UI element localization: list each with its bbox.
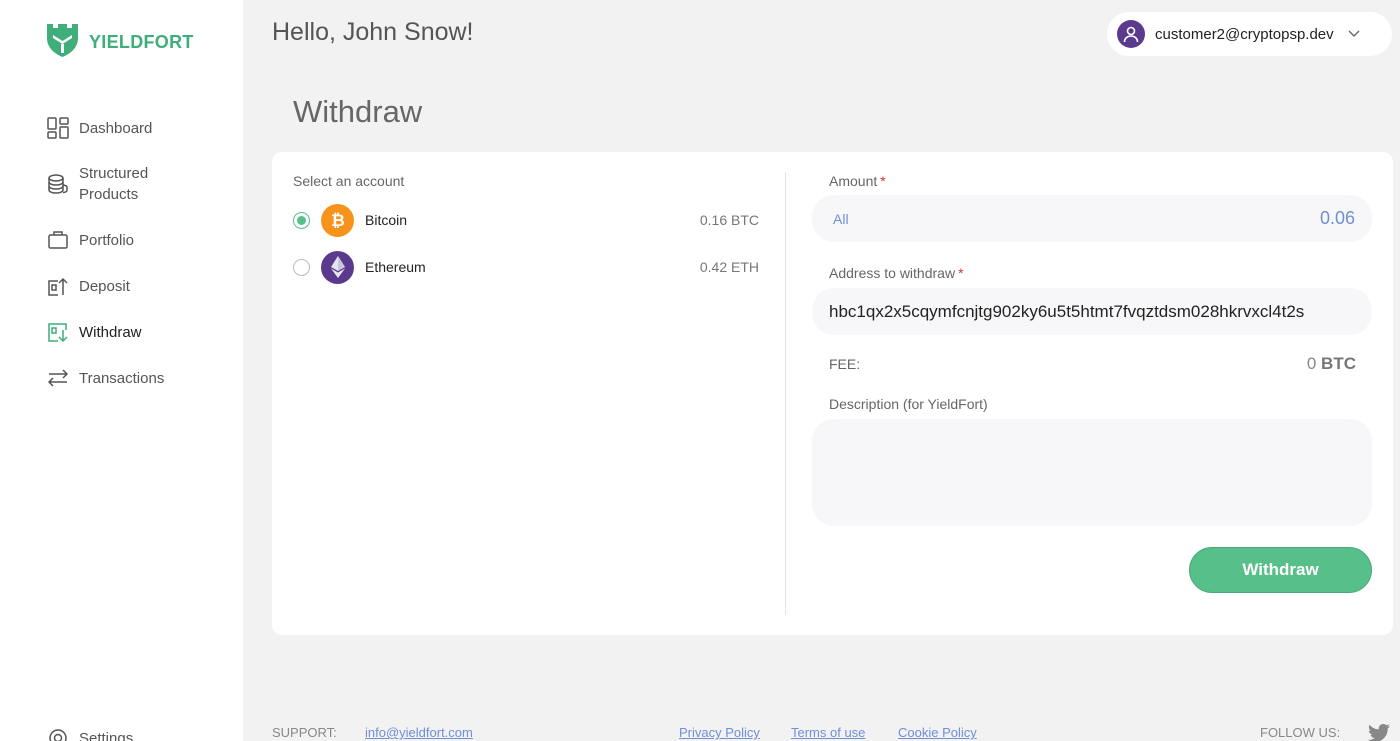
address-input-value[interactable]: hbc1qx2x5cqymfcnjtg902ky6u5t5htmt7fvqztd… xyxy=(812,302,1304,322)
amount-label-text: Amount xyxy=(829,173,878,189)
withdraw-card: Select an account ₿ Bitcoin 0.16 BTC Eth… xyxy=(272,152,1393,635)
fee-label: FEE: xyxy=(829,356,861,372)
sidebar-item-label: Deposit xyxy=(79,277,130,295)
sidebar-item-label: Structured Products xyxy=(79,163,148,205)
sidebar-item-deposit[interactable]: Deposit xyxy=(47,275,130,297)
avatar xyxy=(1117,20,1145,48)
privacy-policy-link[interactable]: Privacy Policy xyxy=(679,725,760,740)
ethereum-icon xyxy=(321,250,354,284)
follow-us-label: FOLLOW US: xyxy=(1260,725,1341,740)
sidebar-item-dashboard[interactable]: Dashboard xyxy=(47,117,152,139)
account-balance: 0.16 BTC xyxy=(699,212,759,228)
user-menu[interactable]: customer2@cryptopsp.dev xyxy=(1107,12,1392,56)
user-icon xyxy=(1123,26,1139,43)
sidebar-item-label-line1: Structured xyxy=(79,165,149,182)
deposit-icon xyxy=(47,275,69,297)
gear-icon xyxy=(47,727,69,741)
fee-row: FEE: 0 BTC xyxy=(829,354,1356,374)
withdraw-button[interactable]: Withdraw xyxy=(1189,547,1372,593)
cookie-policy-link[interactable]: Cookie Policy xyxy=(898,725,977,740)
transfer-arrows-icon xyxy=(47,367,69,389)
sidebar-item-structured-products[interactable]: Structured Products xyxy=(47,163,148,205)
sidebar-item-label: Withdraw xyxy=(79,323,142,341)
support-label: SUPPORT: xyxy=(272,725,337,740)
address-label: Address to withdraw * xyxy=(829,265,964,281)
dashboard-icon xyxy=(47,117,69,139)
brand-name: YIELDFORT xyxy=(89,32,194,52)
account-balance: 0.42 ETH xyxy=(699,259,759,275)
stack-icon xyxy=(47,173,69,195)
account-option-ethereum[interactable]: Ethereum 0.42 ETH xyxy=(293,250,759,284)
address-label-text: Address to withdraw xyxy=(829,265,956,281)
fee-amount: 0 xyxy=(1306,354,1317,373)
amount-label: Amount * xyxy=(829,173,886,189)
sidebar-item-transactions[interactable]: Transactions xyxy=(47,367,164,389)
user-email: customer2@cryptopsp.dev xyxy=(1155,25,1334,43)
description-textarea[interactable] xyxy=(812,419,1372,526)
description-label: Description (for YieldFort) xyxy=(829,396,988,412)
amount-all-button[interactable]: All xyxy=(833,211,849,227)
account-name: Ethereum xyxy=(365,259,426,275)
svg-text:₿: ₿ xyxy=(331,211,345,230)
sidebar-item-label: Transactions xyxy=(79,369,165,387)
page-title: Withdraw xyxy=(293,94,423,129)
terms-of-use-link[interactable]: Terms of use xyxy=(791,725,865,740)
amount-input-value[interactable]: 0.06 xyxy=(1320,208,1355,229)
fort-logo-icon xyxy=(45,22,80,63)
sidebar-item-label: Dashboard xyxy=(79,119,153,137)
brand-logo[interactable]: YIELDFORT xyxy=(45,22,194,63)
required-asterisk: * xyxy=(880,173,886,189)
sidebar-item-withdraw[interactable]: Withdraw xyxy=(47,321,142,343)
sidebar-item-label: Portfolio xyxy=(79,231,135,249)
sidebar-item-portfolio[interactable]: Portfolio xyxy=(47,229,134,251)
twitter-icon[interactable] xyxy=(1368,724,1390,741)
sidebar-item-settings[interactable]: Settings xyxy=(47,727,133,741)
account-option-bitcoin[interactable]: ₿ Bitcoin 0.16 BTC xyxy=(293,203,759,237)
fee-value: 0 BTC xyxy=(1307,354,1356,374)
briefcase-icon xyxy=(47,229,69,251)
column-divider xyxy=(785,172,786,615)
support-email-link[interactable]: info@yieldfort.com xyxy=(365,725,473,740)
sidebar-item-label: Settings xyxy=(79,729,134,741)
required-asterisk: * xyxy=(958,265,964,281)
account-radio-bitcoin[interactable] xyxy=(293,211,310,229)
account-radio-ethereum[interactable] xyxy=(293,258,310,276)
withdraw-icon xyxy=(47,321,69,343)
account-name: Bitcoin xyxy=(365,212,408,228)
bitcoin-icon: ₿ xyxy=(321,203,354,237)
select-account-label: Select an account xyxy=(293,173,405,189)
sidebar: YIELDFORT Dashboard Structured Products xyxy=(0,0,243,741)
chevron-down-icon xyxy=(1348,25,1360,43)
sidebar-item-label-line2: Products xyxy=(79,186,139,203)
address-input[interactable]: hbc1qx2x5cqymfcnjtg902ky6u5t5htmt7fvqztd… xyxy=(812,288,1372,335)
amount-field[interactable]: All 0.06 xyxy=(812,195,1372,242)
greeting-heading: Hello, John Snow! xyxy=(272,18,474,46)
fee-unit: BTC xyxy=(1321,354,1356,373)
